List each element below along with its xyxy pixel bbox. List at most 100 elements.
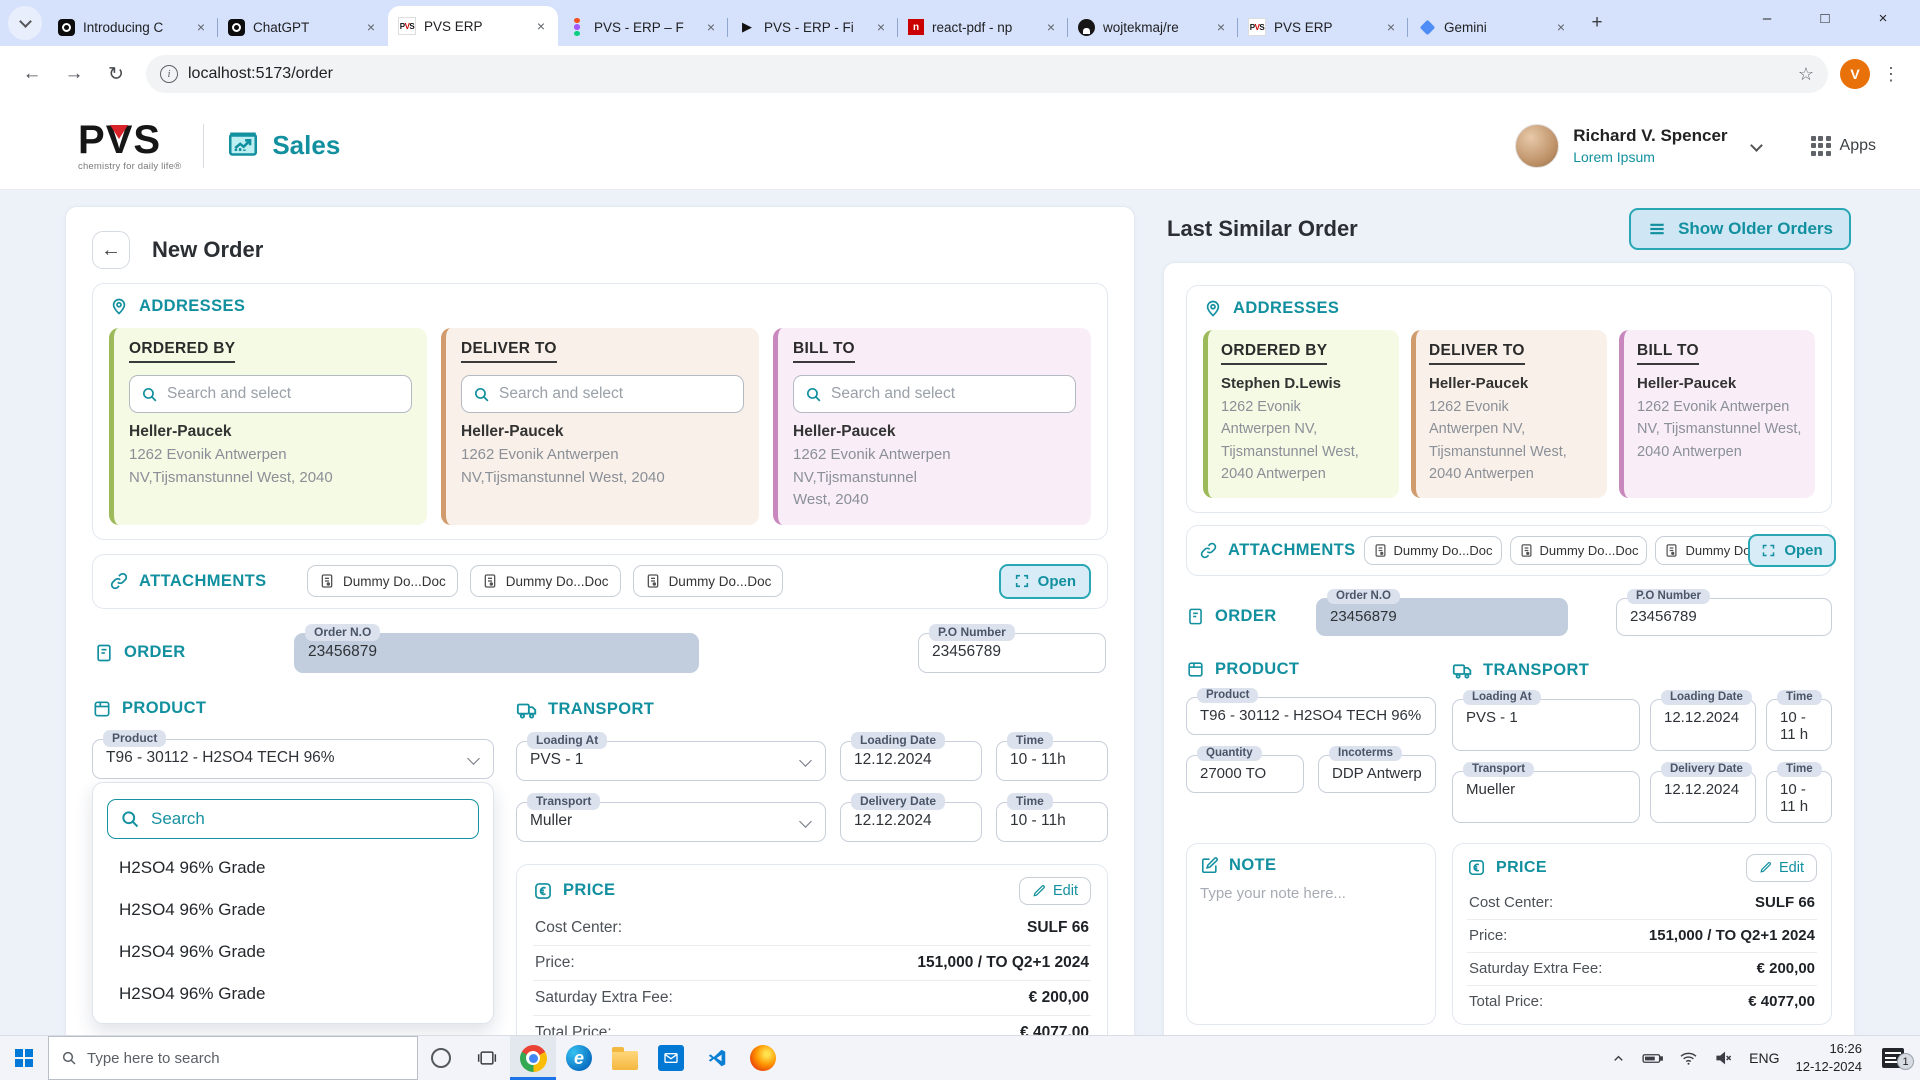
attachment-chip[interactable]: Dummy Do...Doc (307, 565, 458, 597)
search-input[interactable] (167, 385, 400, 403)
cortana-button[interactable] (418, 1036, 464, 1080)
volume-muted-icon[interactable] (1714, 1050, 1733, 1066)
site-info-icon[interactable]: i (160, 65, 178, 83)
reload-button[interactable]: ↻ (98, 56, 134, 92)
chrome-taskbar-button[interactable] (510, 1036, 556, 1080)
dropdown-search-input[interactable] (151, 809, 466, 829)
search-input[interactable] (831, 385, 1064, 403)
tab-github[interactable]: wojtekmaj/re × (1068, 8, 1238, 46)
show-older-orders-button[interactable]: Show Older Orders (1629, 208, 1851, 250)
url-text[interactable]: localhost:5173/order (188, 65, 1788, 83)
close-icon[interactable]: × (1212, 18, 1230, 36)
wifi-icon[interactable] (1679, 1051, 1698, 1066)
note-textarea[interactable] (1200, 885, 1422, 975)
product-option[interactable]: H2SO4 96% Grade (93, 973, 493, 1015)
po-number-field[interactable]: P.O Number 23456789 (918, 633, 1106, 673)
tab-react-pdf[interactable]: n react-pdf - np × (898, 8, 1068, 46)
chevron-down-icon[interactable] (1750, 139, 1763, 152)
close-icon[interactable]: × (1382, 18, 1400, 36)
minimize-button[interactable]: – (1738, 0, 1796, 36)
close-icon[interactable]: × (532, 17, 550, 35)
attachment-chip[interactable]: Dummy Do...Doc (1510, 536, 1648, 565)
task-view-button[interactable] (464, 1036, 510, 1080)
tab-pvs-erp-active[interactable]: PVS PVS ERP × (388, 6, 558, 46)
back-button[interactable]: ← (14, 56, 50, 92)
section-title: ORDER (1215, 607, 1277, 626)
close-icon[interactable]: × (1552, 18, 1570, 36)
tab-video[interactable]: ▶ PVS - ERP - Fi × (728, 8, 898, 46)
edge-taskbar-button[interactable]: e (556, 1036, 602, 1080)
browser-profile-avatar[interactable]: V (1840, 59, 1870, 89)
user-avatar[interactable] (1515, 124, 1559, 168)
edit-price-button[interactable]: Edit (1019, 877, 1091, 905)
clock[interactable]: 16:26 12-12-2024 (1796, 1040, 1863, 1075)
loading-at-select[interactable]: Loading At PVS - 1 (516, 741, 826, 781)
notification-center-button[interactable]: 1 (1878, 1048, 1908, 1068)
close-icon[interactable]: × (872, 18, 890, 36)
close-icon[interactable]: × (192, 18, 210, 36)
open-attachments-button[interactable]: Open (999, 564, 1091, 599)
loading-time-field[interactable]: Time 10 - 11h (996, 741, 1108, 781)
tab-pvs-erp-2[interactable]: PVS PVS ERP × (1238, 8, 1408, 46)
product-select[interactable]: Product T96 - 30112 - H2SO4 TECH 96% (92, 739, 494, 779)
ordered-by-search[interactable] (129, 375, 412, 413)
taskbar-search[interactable]: Type here to search (48, 1036, 418, 1080)
vscode-taskbar-button[interactable] (694, 1036, 740, 1080)
new-tab-button[interactable]: + (1582, 8, 1612, 38)
euro-icon (1467, 858, 1486, 877)
close-icon[interactable]: × (1042, 18, 1060, 36)
folder-icon (612, 1051, 638, 1070)
bill-to-search[interactable] (793, 375, 1076, 413)
section-title: TRANSPORT (548, 700, 654, 719)
product-option[interactable]: H2SO4 96% Grade (93, 931, 493, 973)
firefox-taskbar-button[interactable] (740, 1036, 786, 1080)
address-bar[interactable]: i localhost:5173/order ☆ (146, 55, 1828, 93)
apps-button[interactable]: Apps (1811, 136, 1876, 156)
window-close-button[interactable]: × (1854, 0, 1912, 36)
mail-taskbar-button[interactable] (648, 1036, 694, 1080)
browser-tabstrip: Introducing C × ChatGPT × PVS PVS ERP × … (0, 0, 1920, 46)
bookmark-star-icon[interactable]: ☆ (1798, 64, 1814, 85)
back-arrow-button[interactable]: ← (92, 231, 130, 269)
maximize-button[interactable]: □ (1796, 0, 1854, 36)
tab-search-chevron-button[interactable] (8, 6, 42, 40)
field-label: P.O Number (1627, 589, 1710, 604)
open-attachments-button[interactable]: Open (1748, 534, 1835, 567)
user-subtitle-link[interactable]: Lorem Ipsum (1573, 149, 1727, 165)
close-icon[interactable]: × (702, 18, 720, 36)
npm-icon: n (908, 19, 924, 35)
browser-menu-icon[interactable]: ⋮ (1876, 64, 1906, 85)
tray-chevron-up-icon[interactable] (1611, 1051, 1626, 1066)
order-number-field[interactable]: Order N.O 23456879 (294, 633, 699, 673)
file-explorer-button[interactable] (602, 1036, 648, 1080)
tab-introducing[interactable]: Introducing C × (48, 8, 218, 46)
section-title: ATTACHMENTS (139, 572, 267, 591)
attachment-chip[interactable]: Dummy Do...Doc (470, 565, 621, 597)
transport-select[interactable]: Transport Muller (516, 802, 826, 842)
product-option[interactable]: H2SO4 96% Grade (93, 889, 493, 931)
card-title: DELIVER TO (461, 340, 557, 363)
edit-price-button[interactable]: Edit (1746, 854, 1817, 882)
tab-gemini[interactable]: Gemini × (1408, 8, 1578, 46)
delivery-time-field[interactable]: Time 10 - 11h (996, 802, 1108, 842)
language-indicator[interactable]: ENG (1749, 1050, 1779, 1066)
delivery-date-field[interactable]: Delivery Date 12.12.2024 (840, 802, 982, 842)
battery-icon[interactable] (1642, 1051, 1663, 1066)
deliver-to-search[interactable] (461, 375, 744, 413)
attachment-chip[interactable]: Dummy Do...Doc (633, 565, 784, 597)
dropdown-search[interactable] (107, 799, 479, 839)
link-icon (1199, 541, 1218, 560)
product-option[interactable]: H2SO4 96% Grade (93, 847, 493, 889)
price-row: Total Price:€ 4077,00 (1467, 986, 1817, 1018)
loading-date-field[interactable]: Loading Date 12.12.2024 (840, 741, 982, 781)
windows-logo-icon (15, 1049, 33, 1067)
search-input[interactable] (499, 385, 732, 403)
attachment-chip[interactable]: Dummy Do...Doc (1364, 536, 1502, 565)
close-icon[interactable]: × (362, 18, 380, 36)
field-label: Time (1777, 690, 1822, 705)
tab-figma[interactable]: PVS - ERP – F × (558, 8, 728, 46)
start-button[interactable] (0, 1036, 48, 1080)
forward-button[interactable]: → (56, 56, 92, 92)
order-file-icon (1186, 607, 1205, 626)
tab-chatgpt[interactable]: ChatGPT × (218, 8, 388, 46)
